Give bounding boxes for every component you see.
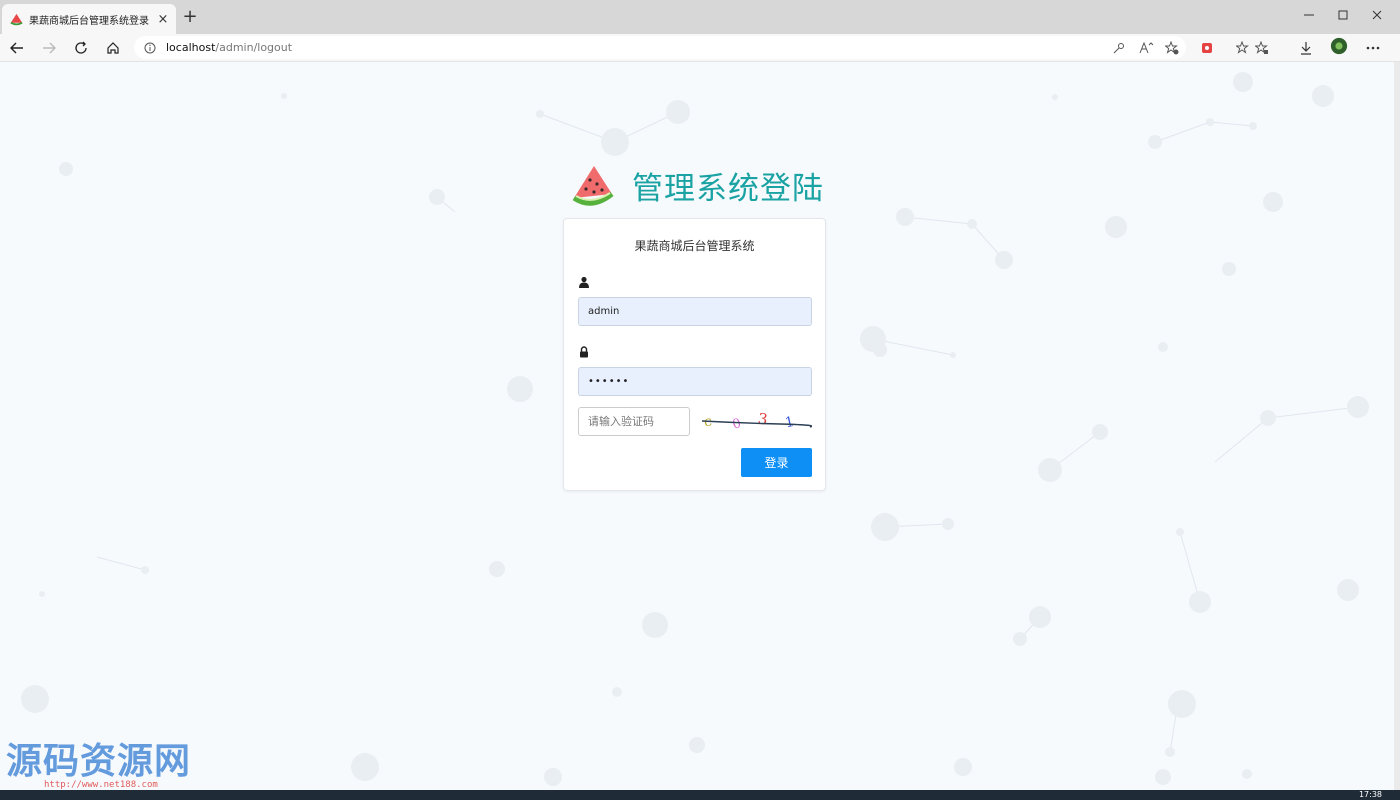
brand-header: 管理系统登陆 [570,162,824,208]
captcha-input[interactable] [578,407,690,436]
password-input[interactable] [578,367,812,396]
new-tab-button[interactable]: + [180,7,200,27]
collections-icon[interactable] [1253,39,1271,57]
key-icon[interactable] [1110,39,1128,57]
login-button[interactable]: 登录 [741,448,812,477]
favorites-icon[interactable] [1234,39,1252,57]
watermelon-icon [572,166,614,206]
close-tab-icon[interactable]: × [156,12,170,27]
address-bar[interactable]: localhost/admin/logout [134,36,1186,59]
login-card: 果蔬商城后台管理系统 c 0 3 1 登录 [563,218,826,491]
extension-icon[interactable] [1198,39,1216,57]
captcha-char: 1 [784,414,796,432]
address-path: /admin/logout [215,41,293,54]
info-icon[interactable] [144,42,156,54]
watermark-logo: 源码资源网 [6,741,192,782]
page-scrollbar[interactable] [1394,62,1400,790]
captcha-char: 0 [731,416,743,433]
tab-title: 果蔬商城后台管理系统登录 [29,15,149,27]
download-icon[interactable] [1297,39,1315,57]
home-icon[interactable] [102,37,124,59]
minimize-icon[interactable] [1294,6,1324,26]
add-favorite-icon[interactable] [1163,39,1181,57]
captcha-char: 3 [757,410,769,429]
read-aloud-icon[interactable] [1137,39,1155,57]
profile-avatar[interactable] [1330,37,1348,55]
watermark-url: http://www.net188.com [44,780,158,790]
username-input[interactable] [578,297,812,326]
address-host: localhost [166,41,216,54]
back-icon[interactable] [6,37,28,59]
captcha-image[interactable]: c 0 3 1 [700,407,812,436]
browser-tab-bar: 果蔬商城后台管理系统登录 × + [0,0,1400,34]
watermelon-icon [10,13,23,25]
login-subtitle: 果蔬商城后台管理系统 [634,239,755,253]
maximize-icon[interactable] [1328,6,1358,26]
browser-toolbar: localhost/admin/logout [0,34,1400,62]
lock-icon [580,346,588,358]
taskbar-clock: 17:38 [1358,790,1382,799]
forward-icon[interactable] [38,37,60,59]
login-page: 管理系统登陆 果蔬商城后台管理系统 c 0 3 1 登录 [0,62,1394,790]
os-taskbar [0,790,1400,800]
refresh-icon[interactable] [70,37,92,59]
more-options-icon[interactable] [1364,39,1382,57]
browser-tab[interactable]: 果蔬商城后台管理系统登录 × [2,4,176,34]
page-title: 管理系统登陆 [632,170,824,207]
user-icon [579,276,589,288]
close-window-icon[interactable] [1362,6,1392,26]
